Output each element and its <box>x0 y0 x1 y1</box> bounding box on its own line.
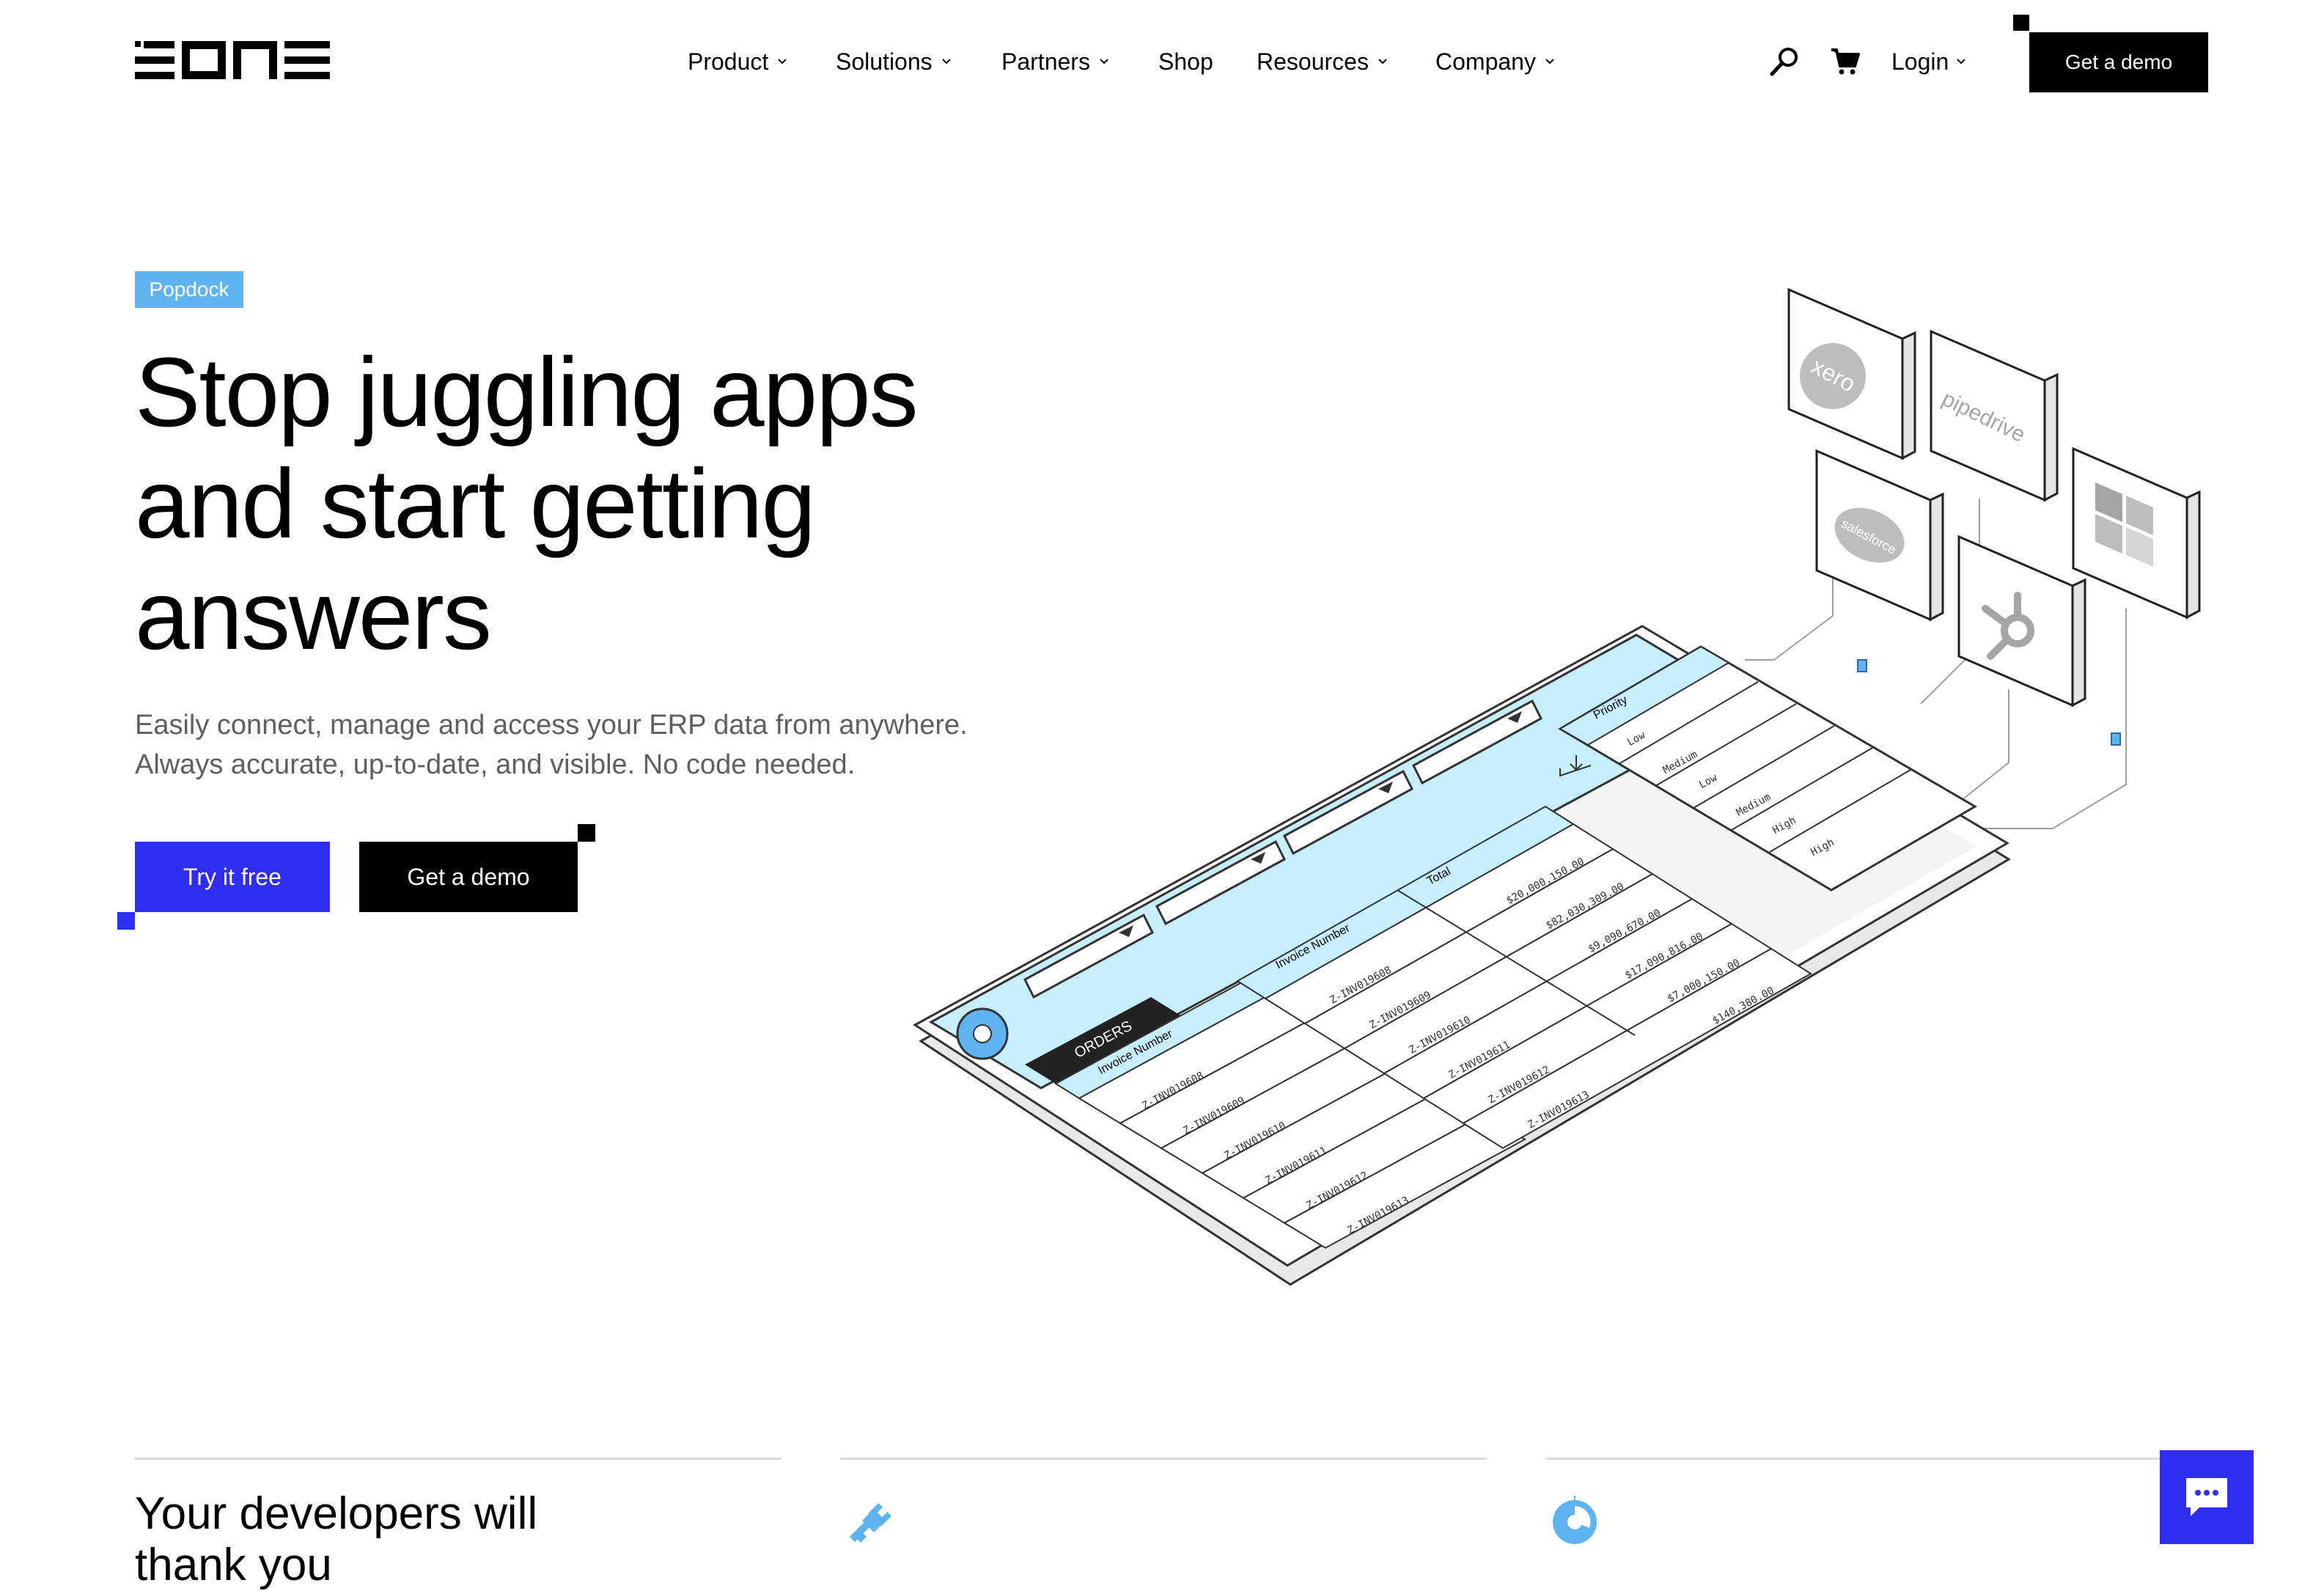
login-label: Login <box>1891 48 1949 75</box>
chevron-down-icon <box>1100 59 1108 65</box>
header-get-demo-label: Get a demo <box>2064 51 2173 73</box>
nav-product-label: Product <box>688 48 769 75</box>
product-tag-label: Popdock <box>149 278 229 301</box>
search-icon[interactable] <box>1768 45 1801 78</box>
pie-chart-icon <box>1553 1496 1597 1544</box>
chevron-down-icon <box>778 59 787 65</box>
nav-company[interactable]: Company <box>1435 45 1555 78</box>
chevron-down-icon <box>1378 59 1387 65</box>
hero-get-demo-label: Get a demo <box>407 863 530 890</box>
chevron-down-icon <box>941 59 951 65</box>
nav-resources-label: Resources <box>1257 48 1369 75</box>
nav-solutions[interactable]: Solutions <box>836 45 952 78</box>
nav-product[interactable]: Product <box>688 45 787 78</box>
connector-node <box>1857 659 1867 672</box>
nav-shop-label: Shop <box>1158 48 1213 75</box>
integration-cube-windows <box>2072 447 2201 620</box>
developers-title-line-2: thank you <box>135 1540 332 1590</box>
try-it-free-label: Try it free <box>183 863 282 890</box>
nav-solutions-label: Solutions <box>836 48 933 75</box>
nav-shop[interactable]: Shop <box>1158 45 1213 78</box>
cart-icon[interactable] <box>1830 47 1861 76</box>
product-tag: Popdock <box>135 271 243 308</box>
integration-cube-hubspot <box>1957 534 2086 708</box>
connector-node <box>2111 732 2121 746</box>
integration-cube-salesforce: salesforce <box>1815 449 1944 622</box>
nav-resources[interactable]: Resources <box>1257 45 1388 78</box>
chevron-down-icon <box>1957 59 1966 65</box>
chat-icon <box>2186 1478 2227 1516</box>
nav-partners-label: Partners <box>1001 48 1090 75</box>
plug-icon <box>849 1503 891 1543</box>
developers-title-line-1: Your developers will <box>135 1488 538 1539</box>
corner-pixel <box>2013 15 2029 31</box>
black-corner-pixel <box>578 824 595 842</box>
hero-get-demo-button[interactable]: Get a demo <box>359 842 578 912</box>
header-get-demo-button[interactable]: Get a demo <box>2029 32 2208 92</box>
developers-card-title: Your developers will thank you <box>135 1488 648 1591</box>
popdock-illustration: xero pipedrive salesforce ORDERS Invoice… <box>913 287 2201 1286</box>
eone-logo[interactable] <box>135 41 330 79</box>
card-divider <box>1545 1458 2192 1460</box>
blue-corner-pixel <box>117 912 135 930</box>
chevron-down-icon <box>1545 59 1554 65</box>
try-it-free-button[interactable]: Try it free <box>135 842 330 912</box>
nav-company-label: Company <box>1435 48 1536 75</box>
login-link[interactable]: Login <box>1891 45 1966 78</box>
card-divider <box>840 1458 1487 1460</box>
chat-button[interactable] <box>2160 1450 2254 1544</box>
nav-partners[interactable]: Partners <box>1001 45 1109 78</box>
integration-cube-pipedrive: pipedrive <box>1930 329 2059 502</box>
card-divider <box>135 1458 782 1460</box>
integration-cube-xero: xero <box>1787 287 1916 460</box>
